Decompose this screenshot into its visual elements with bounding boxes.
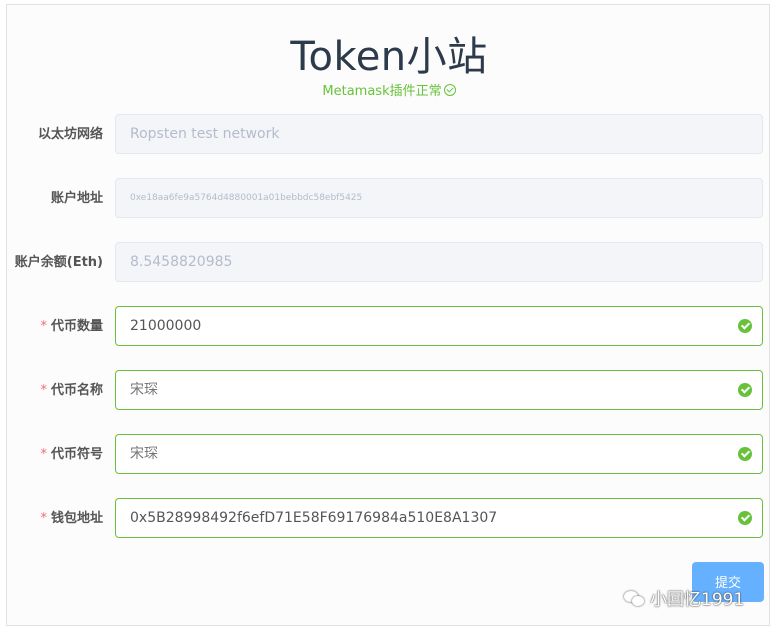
metamask-status: Metamask插件正常: [0, 80, 778, 99]
token-symbol-label-text: 代币符号: [50, 447, 103, 462]
wallet-address-input[interactable]: 0x5B28998492f6efD71E58F69176984a510E8A13…: [115, 498, 763, 538]
form-row-account-balance: 账户余额(Eth) 8.5458820985: [0, 242, 778, 284]
check-circle-icon: [738, 447, 752, 461]
wechat-icon: [624, 591, 646, 607]
form-row-token-symbol: * 代币符号 宋琛: [0, 434, 778, 476]
token-name-value: 宋琛: [130, 382, 158, 398]
account-balance-label: 账户余额(Eth): [14, 255, 103, 270]
network-value: Ropsten test network: [130, 126, 280, 142]
form-row-token-amount: * 代币数量 21000000: [0, 306, 778, 348]
form-row-token-name: * 代币名称 宋琛: [0, 370, 778, 412]
wallet-address-label: * 钱包地址: [40, 498, 103, 540]
check-circle-icon: [443, 84, 456, 96]
check-circle-icon: [738, 511, 752, 525]
page-title: Token小站: [290, 34, 488, 80]
account-address-label: 账户地址: [50, 191, 103, 206]
form-row-account-address: 账户地址 0xe18aa6fe9a5764d4880001a01bebbdc58…: [0, 178, 778, 220]
required-mark: *: [40, 383, 47, 398]
token-name-label: * 代币名称: [40, 370, 103, 412]
token-amount-label: * 代币数量: [40, 306, 103, 348]
check-circle-icon: [738, 319, 752, 333]
required-mark: *: [40, 319, 47, 334]
check-circle-icon: [738, 383, 752, 397]
network-label: 以太坊网络: [37, 127, 103, 142]
wallet-address-value: 0x5B28998492f6efD71E58F69176984a510E8A13…: [130, 510, 498, 526]
account-balance-value: 8.5458820985: [130, 254, 233, 270]
token-name-label-text: 代币名称: [50, 383, 103, 398]
account-address-field: 0xe18aa6fe9a5764d4880001a01bebbdc58ebf54…: [115, 178, 763, 218]
metamask-status-text: Metamask插件正常: [322, 84, 442, 99]
wallet-address-label-text: 钱包地址: [50, 511, 103, 526]
token-amount-label-text: 代币数量: [50, 319, 103, 334]
token-symbol-input[interactable]: 宋琛: [115, 434, 763, 474]
form-row-wallet-address: * 钱包地址 0x5B28998492f6efD71E58F69176984a51…: [0, 498, 778, 540]
token-symbol-label: * 代币符号: [40, 434, 103, 476]
watermark-text: 小回忆1991: [650, 590, 745, 610]
account-address-value: 0xe18aa6fe9a5764d4880001a01bebbdc58ebf54…: [130, 193, 363, 203]
watermark: 小回忆1991: [624, 588, 744, 612]
required-mark: *: [40, 447, 47, 462]
account-balance-field: 8.5458820985: [115, 242, 763, 282]
required-mark: *: [40, 511, 47, 526]
token-amount-value: 21000000: [130, 318, 202, 334]
token-symbol-value: 宋琛: [130, 446, 158, 462]
token-amount-input[interactable]: 21000000: [115, 306, 763, 346]
token-name-input[interactable]: 宋琛: [115, 370, 763, 410]
network-field: Ropsten test network: [115, 114, 763, 154]
form-row-network: 以太坊网络 Ropsten test network: [0, 114, 778, 156]
